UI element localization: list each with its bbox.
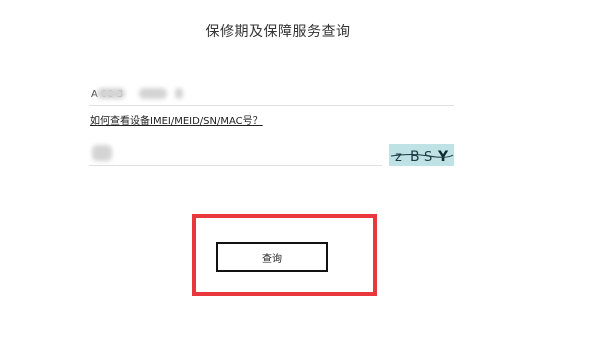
redaction-blur	[175, 88, 183, 99]
imei-field[interactable]	[89, 82, 454, 106]
captcha-field[interactable]	[89, 142, 382, 166]
captcha-char: B	[410, 149, 420, 165]
captcha-svg: z B S Y	[390, 149, 454, 165]
captcha-input[interactable]	[89, 143, 382, 166]
captcha-char: S	[424, 150, 432, 165]
query-button[interactable]: 查询	[216, 242, 328, 272]
redaction-blur	[92, 145, 112, 161]
redaction-blur	[139, 88, 167, 99]
redaction-blur	[97, 88, 125, 99]
captcha-image[interactable]: z B S Y	[389, 144, 454, 166]
page-title: 保修期及保障服务查询	[205, 24, 351, 40]
captcha-char: z	[395, 150, 402, 165]
imei-help-link[interactable]: 如何查看设备IMEI/MEID/SN/MAC号？	[90, 112, 263, 127]
